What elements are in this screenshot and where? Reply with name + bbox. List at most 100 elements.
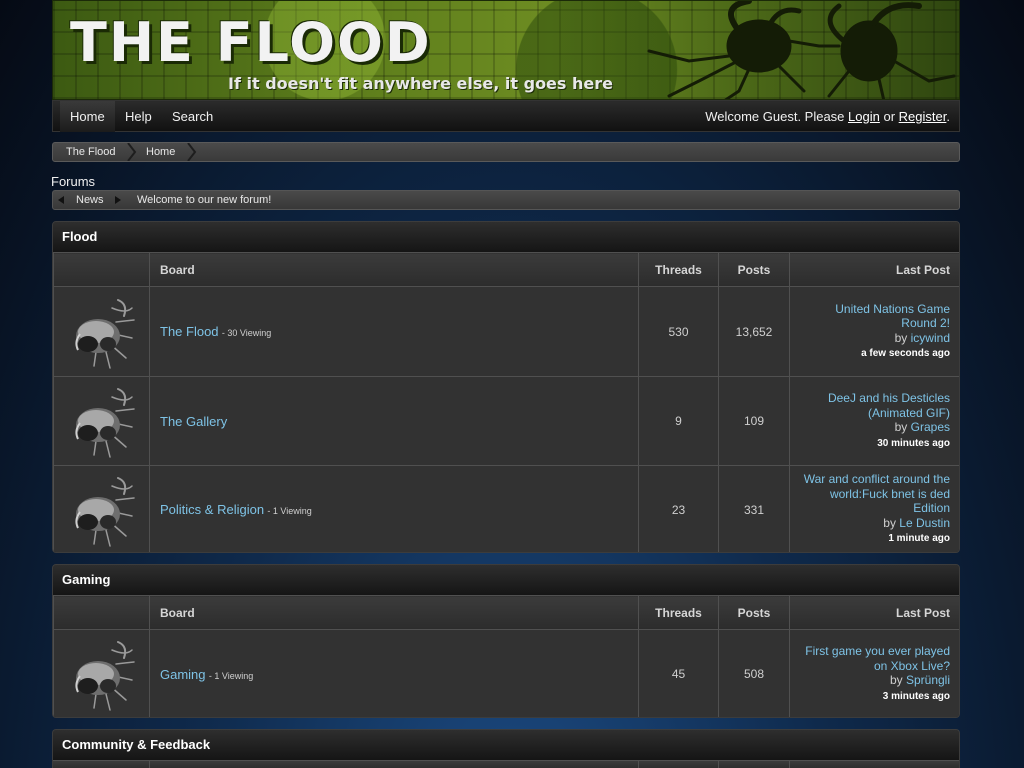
category-community-feedback: Community & Feedback: [52, 729, 960, 768]
board-cell: Politics & Religion - 1 Viewing: [149, 465, 639, 552]
last-post-cell: DeeJ and his Desticles (Animated GIF) by …: [789, 376, 959, 466]
or-text: or: [883, 109, 896, 124]
breadcrumb: The Flood Home: [52, 142, 960, 162]
posts-count: 331: [718, 465, 790, 552]
table-header-row: Board Threads Posts Last Post: [53, 252, 959, 287]
last-post-user[interactable]: icywind: [911, 331, 950, 345]
posts-count: 508: [718, 629, 790, 717]
last-post-cell: First game you ever played on Xbox Live? …: [789, 629, 959, 717]
posts-header: Posts: [718, 252, 790, 287]
board-table: Board Threads Posts Last Post The Flood …: [53, 252, 959, 552]
viewing-count: - 1 Viewing: [208, 670, 254, 681]
last-post-user[interactable]: Le Dustin: [899, 516, 950, 530]
flood-creature-icon[interactable]: [54, 472, 150, 548]
last-post-link[interactable]: War and conflict around the world:Fuck bn…: [804, 472, 950, 515]
last-post-by: by: [894, 330, 908, 345]
table-row: Gaming - 1 Viewing 45 508 First game you…: [53, 629, 959, 717]
posts-header: Posts: [718, 595, 790, 630]
login-link[interactable]: Login: [848, 109, 880, 124]
threads-count: 45: [638, 629, 719, 717]
flood-creature-icon-graphic: [75, 641, 135, 711]
board-icon-cell: [53, 629, 150, 717]
flood-creature-icon[interactable]: [54, 636, 150, 712]
table-row: The Gallery 9 109 DeeJ and his Desticles…: [53, 376, 959, 466]
banner-tagline: If it doesn't fit anywhere else, it goes…: [228, 74, 613, 93]
last-post-user[interactable]: Grapes: [911, 420, 950, 434]
last-post-user[interactable]: Sprüngli: [906, 673, 950, 687]
last-post-header: Last Post: [789, 595, 959, 630]
board-table: Board Threads Posts Last Post Gaming - 1…: [53, 595, 959, 717]
board-icon-cell: [53, 286, 150, 377]
table-row: Politics & Religion - 1 Viewing 23 331 W…: [53, 465, 959, 552]
flood-creature-icon[interactable]: [54, 294, 150, 370]
board-link[interactable]: The Gallery: [160, 414, 227, 429]
last-post-cell: United Nations Game Round 2! by icywind a…: [789, 286, 959, 377]
banner-title: THE FLOOD: [70, 11, 432, 74]
forum-banner[interactable]: THE FLOOD If it doesn't fit anywhere els…: [52, 0, 960, 100]
icon-header: [53, 595, 150, 630]
welcome-period: .: [946, 109, 950, 124]
nav-search[interactable]: Search: [162, 101, 223, 132]
flood-creature-icon[interactable]: [54, 383, 150, 459]
news-next-arrow-icon[interactable]: [115, 196, 121, 204]
viewing-count: - 1 Viewing: [267, 506, 312, 516]
category-title[interactable]: Flood: [53, 222, 959, 252]
news-text[interactable]: Welcome to our new forum!: [137, 191, 271, 209]
main-nav: Home Help Search Welcome Guest. Please L…: [52, 100, 960, 132]
viewing-count: - 30 Viewing: [221, 328, 272, 338]
board-icon-cell: [53, 376, 150, 466]
board-link[interactable]: The Flood: [160, 324, 219, 339]
breadcrumb-home[interactable]: Home: [146, 143, 175, 161]
last-post-by: by: [883, 515, 896, 530]
table-header-row: Board Threads Posts Last Post: [53, 595, 959, 630]
board-cell: The Gallery: [149, 376, 639, 466]
breadcrumb-the-flood[interactable]: The Flood: [66, 143, 116, 161]
last-post-link[interactable]: United Nations Game Round 2!: [835, 302, 950, 331]
last-post-time: a few seconds ago: [861, 348, 950, 359]
threads-count: 23: [638, 465, 719, 552]
posts-count: 13,652: [718, 286, 790, 377]
last-post-header: Last Post: [789, 252, 959, 287]
category-title[interactable]: Community & Feedback: [53, 730, 959, 760]
board-icon-cell: [53, 465, 150, 552]
nav-help[interactable]: Help: [115, 101, 162, 132]
news-prev-arrow-icon[interactable]: [58, 196, 64, 204]
board-cell: Gaming - 1 Viewing: [149, 629, 639, 717]
threads-header: Threads: [638, 595, 719, 630]
posts-count: 109: [718, 376, 790, 466]
threads-header: Threads: [638, 252, 719, 287]
flood-creature-icon-graphic: [75, 388, 135, 458]
welcome-message: Welcome Guest. Please Login or Register.: [705, 101, 950, 132]
table-row: The Flood - 30 Viewing 530 13,652 United…: [53, 286, 959, 377]
board-link[interactable]: Politics & Religion: [160, 502, 264, 517]
news-label: News: [76, 194, 104, 206]
board-header: Board: [149, 252, 639, 287]
forums-heading: Forums: [51, 174, 96, 189]
flood-creature-silhouette-icon: [647, 1, 956, 99]
category-flood: Flood Board Threads Posts Last Post The …: [52, 221, 960, 553]
threads-count: 530: [638, 286, 719, 377]
board-link[interactable]: Gaming: [160, 667, 206, 682]
news-ticker: News Welcome to our new forum!: [52, 190, 960, 210]
last-post-link[interactable]: First game you ever played on Xbox Live?: [805, 644, 950, 673]
last-post-time: 30 minutes ago: [877, 437, 950, 449]
last-post-time: 3 minutes ago: [882, 690, 950, 702]
threads-count: 9: [638, 376, 719, 466]
breadcrumb-separator-icon: [127, 143, 137, 161]
flood-creature-icon-graphic: [75, 476, 135, 547]
last-post-cell: War and conflict around the world:Fuck bn…: [789, 465, 959, 552]
breadcrumb-separator-icon: [187, 143, 197, 161]
board-header: Board: [149, 595, 639, 630]
last-post-link[interactable]: DeeJ and his Desticles (Animated GIF): [828, 391, 950, 420]
icon-header: [53, 252, 150, 287]
welcome-text: Welcome Guest. Please: [705, 109, 845, 124]
category-gaming: Gaming Board Threads Posts Last Post Gam…: [52, 564, 960, 718]
register-link[interactable]: Register: [899, 109, 947, 124]
board-cell: The Flood - 30 Viewing: [149, 286, 639, 377]
last-post-by: by: [894, 420, 908, 434]
table-header-row: [53, 760, 959, 768]
last-post-by: by: [889, 673, 903, 687]
nav-home[interactable]: Home: [60, 101, 115, 132]
flood-creature-icon-graphic: [75, 298, 135, 369]
category-title[interactable]: Gaming: [53, 565, 959, 595]
